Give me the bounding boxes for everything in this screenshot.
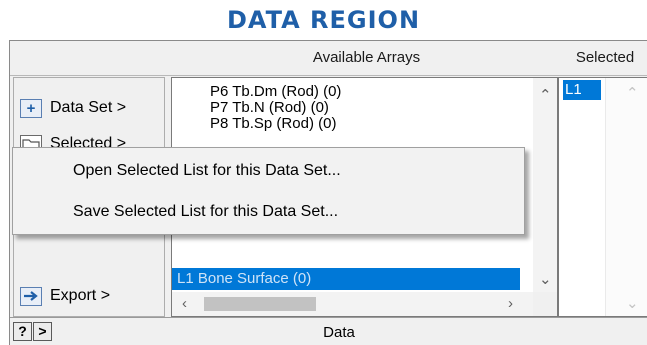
horizontal-scrollbar[interactable]: ‹ ›	[172, 292, 535, 316]
page-title: DATA REGION	[226, 6, 421, 34]
header-divider	[10, 75, 647, 76]
export-button[interactable]: Export >	[20, 284, 110, 308]
selected-header: Selected	[575, 49, 635, 66]
list-item[interactable]: P6 Tb.Dm (Rod) (0)	[210, 84, 341, 100]
data-set-button[interactable]: + Data Set >	[20, 96, 126, 120]
scroll-left-icon[interactable]: ‹	[182, 296, 187, 311]
context-menu: Open Selected List for this Data Set... …	[12, 147, 525, 235]
scroll-down-icon[interactable]: ⌄	[626, 296, 639, 311]
status-text: Data	[323, 324, 355, 341]
scroll-down-icon[interactable]: ⌄	[539, 272, 552, 287]
scroll-thumb[interactable]	[204, 297, 316, 311]
status-bar: ? > Data	[10, 317, 647, 345]
selected-arrays-list[interactable]: L1 ⌃ ⌄	[558, 77, 647, 317]
open-selected-list-menu-item[interactable]: Open Selected List for this Data Set...	[73, 160, 341, 182]
list-item[interactable]: P8 Tb.Sp (Rod) (0)	[210, 116, 336, 132]
data-region-panel: Available Arrays Selected + Data Set > S…	[9, 40, 647, 345]
scroll-up-icon[interactable]: ⌃	[626, 86, 639, 101]
available-arrays-header: Available Arrays	[312, 49, 421, 66]
vertical-scrollbar[interactable]: ⌃ ⌄	[605, 78, 647, 316]
save-selected-list-menu-item[interactable]: Save Selected List for this Data Set...	[73, 201, 338, 223]
scroll-right-icon[interactable]: ›	[508, 296, 513, 311]
plus-icon: +	[20, 98, 42, 118]
scroll-corner	[533, 292, 557, 316]
selected-list-item[interactable]: L1 Bone Surface (0)	[172, 268, 520, 290]
vertical-scrollbar[interactable]: ⌃ ⌄	[533, 78, 557, 294]
list-item[interactable]: L1	[563, 80, 601, 100]
list-item[interactable]: P7 Tb.N (Rod) (0)	[210, 100, 329, 116]
export-label: Export >	[50, 287, 111, 304]
arrow-right-icon	[20, 286, 42, 306]
scroll-up-icon[interactable]: ⌃	[539, 88, 552, 103]
data-set-label: Data Set >	[50, 99, 127, 116]
